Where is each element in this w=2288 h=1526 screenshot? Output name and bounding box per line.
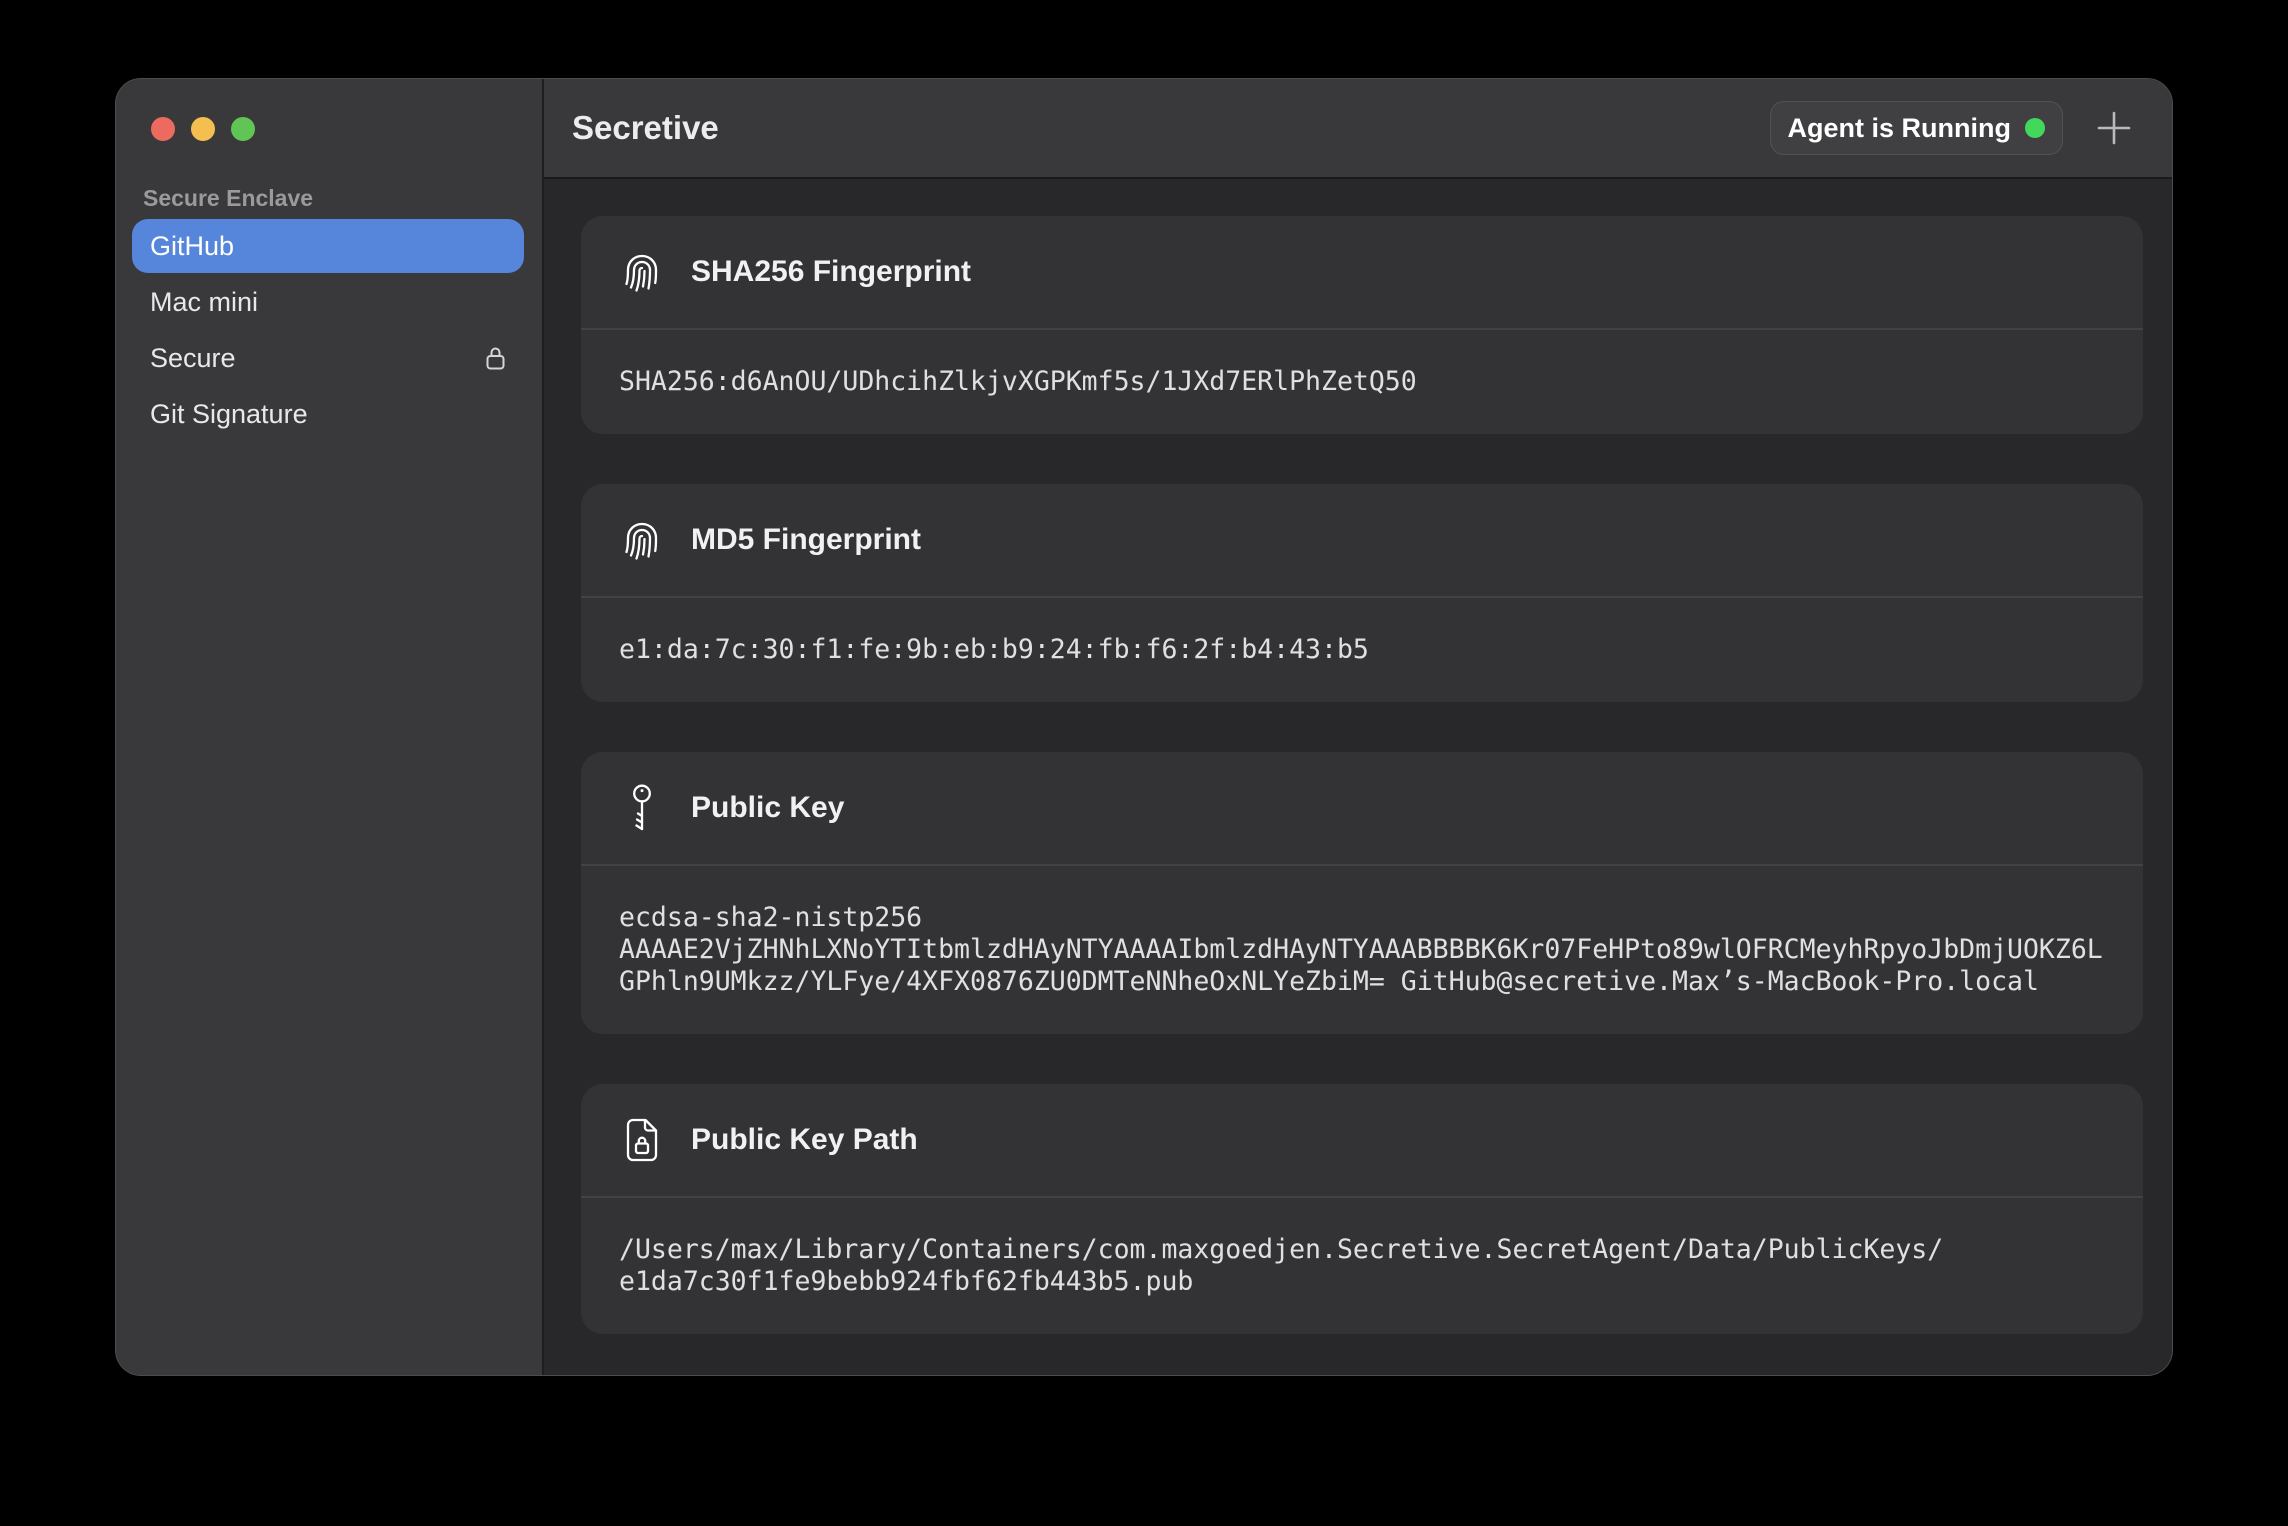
- public-key-value: ecdsa-sha2-nistp256 AAAAE2VjZHNhLXNoYTIt…: [619, 902, 2105, 998]
- card-body: e1:da:7c:30:f1:fe:9b:eb:b9:24:fb:f6:2f:b…: [581, 598, 2143, 702]
- fingerprint-icon: [619, 518, 665, 562]
- card-header: Public Key: [581, 752, 2143, 866]
- sidebar-item-mac-mini[interactable]: Mac mini: [132, 275, 524, 329]
- sidebar-nav: GitHub Mac mini Secure Git Signature: [116, 219, 542, 441]
- card-title: MD5 Fingerprint: [691, 523, 921, 557]
- card-header: Public Key Path: [581, 1084, 2143, 1198]
- sidebar-item-label: Secure: [150, 343, 236, 374]
- agent-status-label: Agent is Running: [1788, 113, 2011, 144]
- card-header: MD5 Fingerprint: [581, 484, 2143, 598]
- page-title: Secretive: [572, 109, 719, 147]
- card-title: SHA256 Fingerprint: [691, 255, 971, 289]
- content-scroll-area[interactable]: SHA256 Fingerprint SHA256:d6AnOU/UDhcihZ…: [544, 179, 2172, 1375]
- lock-icon: [485, 345, 506, 371]
- sha256-fingerprint-value: SHA256:d6AnOU/UDhcihZlkjvXGPKmf5s/1JXd7E…: [619, 366, 2105, 398]
- fingerprint-icon: [619, 250, 665, 294]
- agent-status-button[interactable]: Agent is Running: [1770, 101, 2063, 155]
- sidebar-item-label: Git Signature: [150, 399, 308, 430]
- public-key-path-value: /​Users/​max/​Library/​Containers/​com.m…: [619, 1234, 2105, 1298]
- card-public-key: Public Key ecdsa-sha2-nistp256 AAAAE2VjZ…: [581, 752, 2143, 1034]
- titlebar: Secretive Agent is Running: [544, 79, 2172, 179]
- card-md5-fingerprint: MD5 Fingerprint e1:da:7c:30:f1:fe:9b:eb:…: [581, 484, 2143, 702]
- minimize-button[interactable]: [191, 117, 215, 141]
- doc-lock-icon: [619, 1117, 665, 1163]
- card-body: ecdsa-sha2-nistp256 AAAAE2VjZHNhLXNoYTIt…: [581, 866, 2143, 1034]
- sidebar-item-secure[interactable]: Secure: [132, 331, 524, 385]
- main-pane: Secretive Agent is Running: [544, 79, 2172, 1375]
- sidebar-item-git-signature[interactable]: Git Signature: [132, 387, 524, 441]
- zoom-button[interactable]: [231, 117, 255, 141]
- plus-icon: [2096, 110, 2132, 146]
- sidebar-item-label: Mac mini: [150, 287, 258, 318]
- md5-fingerprint-value: e1:da:7c:30:f1:fe:9b:eb:b9:24:fb:f6:2f:b…: [619, 634, 2105, 666]
- traffic-lights: [116, 79, 542, 141]
- sidebar-section-label: Secure Enclave: [143, 185, 524, 212]
- sidebar: Secure Enclave GitHub Mac mini Secure Gi…: [116, 79, 544, 1375]
- card-title: Public Key: [691, 791, 844, 825]
- green-dot-icon: [2025, 118, 2045, 138]
- app-window: Secure Enclave GitHub Mac mini Secure Gi…: [115, 78, 2173, 1376]
- add-secret-button[interactable]: [2096, 110, 2132, 146]
- sidebar-item-label: GitHub: [150, 231, 234, 262]
- card-title: Public Key Path: [691, 1123, 918, 1157]
- card-body: SHA256:d6AnOU/UDhcihZlkjvXGPKmf5s/1JXd7E…: [581, 330, 2143, 434]
- close-button[interactable]: [151, 117, 175, 141]
- card-public-key-path: Public Key Path /​Users/​max/​Library/​C…: [581, 1084, 2143, 1334]
- card-body: /​Users/​max/​Library/​Containers/​com.m…: [581, 1198, 2143, 1334]
- sidebar-item-github[interactable]: GitHub: [132, 219, 524, 273]
- card-sha256-fingerprint: SHA256 Fingerprint SHA256:d6AnOU/UDhcihZ…: [581, 216, 2143, 434]
- key-icon: [619, 784, 665, 832]
- card-header: SHA256 Fingerprint: [581, 216, 2143, 330]
